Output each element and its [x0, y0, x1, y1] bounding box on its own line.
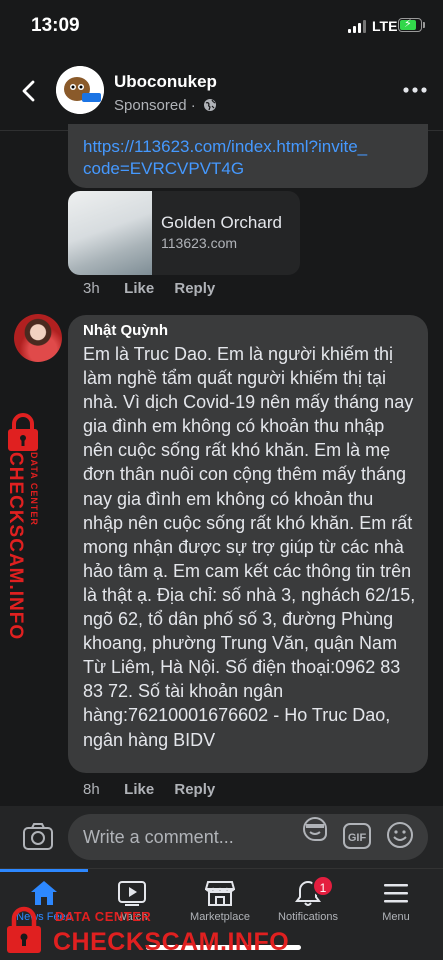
link-preview-title: Golden Orchard	[161, 213, 282, 232]
watermark-subtitle: DATA CENTER	[55, 909, 152, 924]
page-avatar[interactable]	[56, 66, 104, 114]
comment-text: Em là Truc Dao. Em là người khiếm thị là…	[83, 344, 416, 750]
camera-button[interactable]	[22, 822, 54, 852]
more-options-button[interactable]	[402, 80, 428, 100]
notification-badge: 1	[312, 875, 334, 897]
comment-time: 8h	[83, 781, 100, 798]
link-preview-card[interactable]: Golden Orchard 113623.com	[68, 191, 300, 275]
comment-input[interactable]: Write a comment...	[68, 814, 428, 860]
sponsored-label: Sponsored ·	[114, 97, 217, 114]
ad-comment-actions: 3h Like Reply	[83, 280, 215, 297]
post-header: Uboconukep Sponsored ·	[0, 54, 443, 130]
nav-label: Menu	[382, 911, 410, 923]
invite-link[interactable]: https://113623.com/index.html?invite_cod…	[83, 136, 373, 180]
link-preview-thumbnail	[68, 191, 152, 275]
nav-label: Marketplace	[190, 911, 250, 923]
nav-label: Notifications	[278, 911, 338, 923]
back-button[interactable]	[14, 76, 44, 106]
commenter-avatar[interactable]	[14, 314, 62, 362]
more-icon	[403, 87, 427, 93]
emoji-icon[interactable]	[386, 821, 414, 849]
commenter-name[interactable]: Nhật Quỳnh	[83, 322, 168, 339]
svg-text:GIF: GIF	[348, 832, 367, 844]
link-preview-domain: 113623.com	[161, 235, 238, 251]
network-label: LTE	[372, 18, 398, 34]
status-time: 13:09	[31, 15, 80, 36]
battery-icon: ⚡	[398, 18, 422, 32]
reply-button[interactable]: Reply	[174, 280, 215, 297]
home-icon	[31, 881, 57, 905]
camera-icon	[23, 823, 53, 850]
comment-time: 3h	[83, 280, 100, 297]
gif-icon[interactable]: GIF	[342, 822, 372, 850]
watermark-lock-icon	[7, 906, 41, 953]
watermark-title: CHECKSCAM.INFO	[53, 928, 290, 956]
comment-composer: Write a comment...	[0, 806, 443, 868]
nav-item-menu[interactable]: Menu	[352, 879, 440, 939]
watermark-subtitle: DATA CENTER	[29, 452, 39, 526]
chevron-left-icon	[22, 80, 35, 102]
battery-tip	[423, 22, 425, 28]
like-button[interactable]: Like	[124, 781, 154, 798]
signal-icon	[348, 20, 366, 33]
marketplace-icon	[205, 881, 235, 906]
active-tab-indicator	[0, 869, 88, 872]
comment-actions: 8h Like Reply	[83, 781, 215, 798]
menu-icon	[384, 884, 408, 903]
sponsored-text: Sponsored ·	[114, 97, 200, 114]
sticker-icon[interactable]	[300, 814, 330, 844]
like-button[interactable]: Like	[124, 280, 154, 297]
status-bar: 13:09 LTE ⚡	[0, 0, 443, 54]
reply-button[interactable]: Reply	[174, 781, 215, 798]
page-logo-icon	[56, 66, 104, 114]
watch-icon	[118, 881, 146, 906]
globe-icon	[203, 99, 216, 111]
watermark-title: CHECKSCAM.INFO	[5, 452, 26, 641]
comment-input-placeholder: Write a comment...	[83, 827, 234, 847]
watermark-lock-icon	[8, 413, 38, 451]
page-name[interactable]: Uboconukep	[114, 72, 217, 92]
